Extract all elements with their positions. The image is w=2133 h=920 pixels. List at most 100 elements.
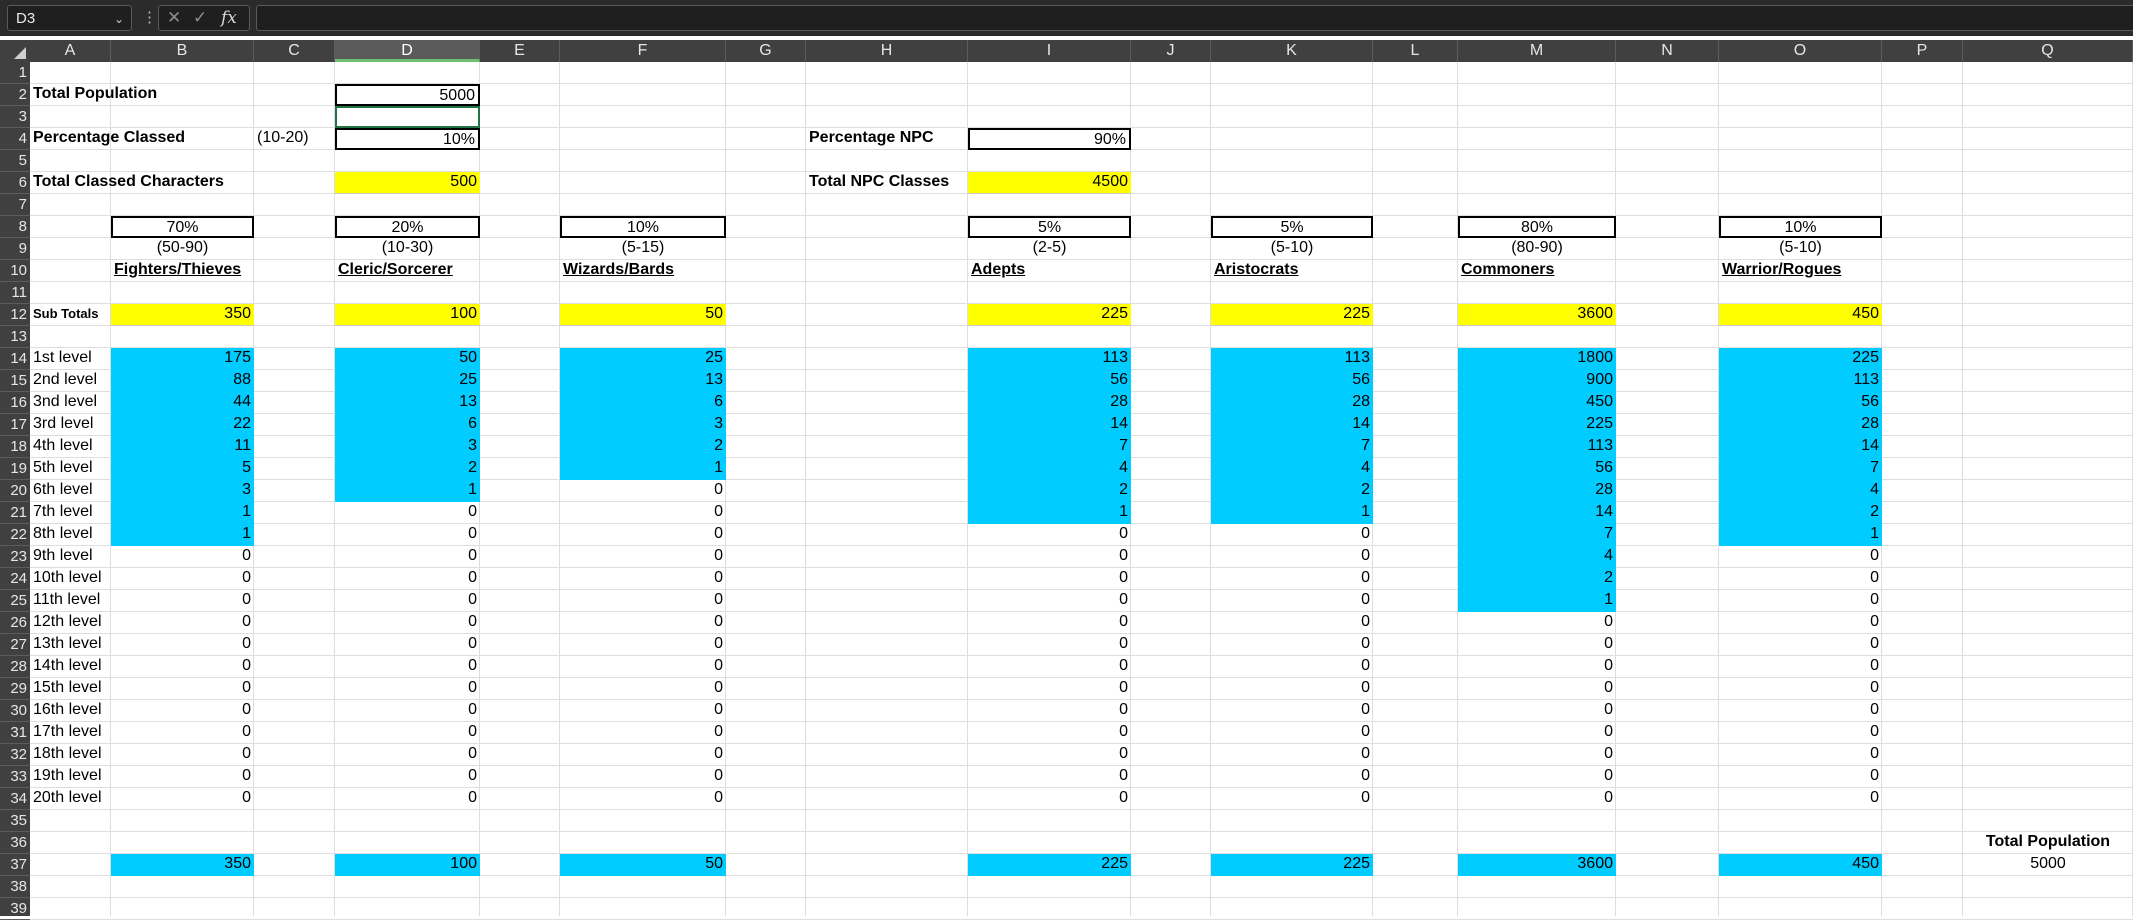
level-count[interactable]: 0 xyxy=(560,502,726,524)
level-count[interactable]: 6 xyxy=(335,414,480,436)
row-header-34[interactable]: 34 xyxy=(0,788,30,810)
column-header-g[interactable]: G xyxy=(726,40,806,62)
class-total[interactable]: 100 xyxy=(335,854,480,876)
level-count[interactable]: 2 xyxy=(1719,502,1882,524)
row-header-2[interactable]: 2 xyxy=(0,84,30,106)
level-label[interactable]: 7th level xyxy=(30,502,111,524)
sub-totals-label[interactable]: Sub Totals xyxy=(30,304,111,326)
level-count[interactable]: 0 xyxy=(1211,700,1373,722)
select-all-button[interactable] xyxy=(0,40,30,62)
level-count[interactable]: 0 xyxy=(1458,678,1616,700)
level-count[interactable]: 0 xyxy=(560,656,726,678)
level-count[interactable]: 450 xyxy=(1458,392,1616,414)
level-label[interactable]: 17th level xyxy=(30,722,111,744)
level-label[interactable]: 13th level xyxy=(30,634,111,656)
level-count[interactable]: 0 xyxy=(335,634,480,656)
level-count[interactable]: 1 xyxy=(1458,590,1616,612)
level-count[interactable]: 0 xyxy=(335,502,480,524)
class-total[interactable]: 350 xyxy=(111,854,254,876)
row-header-5[interactable]: 5 xyxy=(0,150,30,172)
total-population-label[interactable]: Total Population xyxy=(30,84,335,106)
level-count[interactable]: 1 xyxy=(968,502,1131,524)
column-header-i[interactable]: I xyxy=(968,40,1131,62)
class-total[interactable]: 225 xyxy=(968,854,1131,876)
level-count[interactable]: 2 xyxy=(335,458,480,480)
level-count[interactable]: 1 xyxy=(1719,524,1882,546)
level-count[interactable]: 25 xyxy=(335,370,480,392)
grand-total-value[interactable]: 5000 xyxy=(1963,854,2133,876)
level-count[interactable]: 0 xyxy=(335,678,480,700)
grand-total-label[interactable]: Total Population xyxy=(1963,832,2133,854)
row-header-26[interactable]: 26 xyxy=(0,612,30,634)
level-count[interactable]: 56 xyxy=(1719,392,1882,414)
column-header-p[interactable]: P xyxy=(1882,40,1963,62)
level-count[interactable]: 0 xyxy=(560,634,726,656)
level-count[interactable]: 0 xyxy=(968,546,1131,568)
level-count[interactable]: 3 xyxy=(111,480,254,502)
level-count[interactable]: 0 xyxy=(335,656,480,678)
level-count[interactable]: 0 xyxy=(1211,634,1373,656)
level-count[interactable]: 0 xyxy=(968,612,1131,634)
level-count[interactable]: 3 xyxy=(335,436,480,458)
level-count[interactable]: 0 xyxy=(1211,744,1373,766)
total-npc-label[interactable]: Total NPC Classes xyxy=(806,172,968,194)
level-count[interactable]: 88 xyxy=(111,370,254,392)
column-header-e[interactable]: E xyxy=(480,40,560,62)
level-count[interactable]: 0 xyxy=(335,744,480,766)
level-label[interactable]: 3nd level xyxy=(30,392,111,414)
total-npc-value[interactable]: 4500 xyxy=(968,172,1131,194)
level-count[interactable]: 0 xyxy=(968,634,1131,656)
class-subtotal[interactable]: 50 xyxy=(560,304,726,326)
level-count[interactable]: 0 xyxy=(1211,568,1373,590)
level-count[interactable]: 0 xyxy=(1211,766,1373,788)
level-count[interactable]: 7 xyxy=(1719,458,1882,480)
level-count[interactable]: 113 xyxy=(968,348,1131,370)
level-label[interactable]: 9th level xyxy=(30,546,111,568)
class-percent-input[interactable]: 80% xyxy=(1458,216,1616,238)
level-count[interactable]: 0 xyxy=(111,722,254,744)
row-header-37[interactable]: 37 xyxy=(0,854,30,876)
row-header-3[interactable]: 3 xyxy=(0,106,30,128)
level-label[interactable]: 14th level xyxy=(30,656,111,678)
level-count[interactable]: 7 xyxy=(968,436,1131,458)
level-count[interactable]: 0 xyxy=(1719,788,1882,810)
level-count[interactable]: 0 xyxy=(968,766,1131,788)
row-header-17[interactable]: 17 xyxy=(0,414,30,436)
percentage-npc-input[interactable]: 90% xyxy=(968,128,1131,150)
level-count[interactable]: 0 xyxy=(335,612,480,634)
column-header-q[interactable]: Q xyxy=(1963,40,2133,62)
level-count[interactable]: 14 xyxy=(968,414,1131,436)
level-count[interactable]: 14 xyxy=(1719,436,1882,458)
column-header-f[interactable]: F xyxy=(560,40,726,62)
level-count[interactable]: 0 xyxy=(1211,524,1373,546)
column-header-n[interactable]: N xyxy=(1616,40,1719,62)
row-header-25[interactable]: 25 xyxy=(0,590,30,612)
row-header-8[interactable]: 8 xyxy=(0,216,30,238)
level-count[interactable]: 0 xyxy=(560,546,726,568)
row-header-19[interactable]: 19 xyxy=(0,458,30,480)
row-header-7[interactable]: 7 xyxy=(0,194,30,216)
level-label[interactable]: 20th level xyxy=(30,788,111,810)
level-count[interactable]: 50 xyxy=(335,348,480,370)
level-count[interactable]: 0 xyxy=(111,568,254,590)
row-header-16[interactable]: 16 xyxy=(0,392,30,414)
row-header-6[interactable]: 6 xyxy=(0,172,30,194)
level-count[interactable]: 0 xyxy=(968,744,1131,766)
level-count[interactable]: 0 xyxy=(335,722,480,744)
level-label[interactable]: 19th level xyxy=(30,766,111,788)
row-header-36[interactable]: 36 xyxy=(0,832,30,854)
row-header-24[interactable]: 24 xyxy=(0,568,30,590)
level-count[interactable]: 2 xyxy=(1211,480,1373,502)
class-range[interactable]: (10-30) xyxy=(335,238,480,260)
level-count[interactable]: 5 xyxy=(111,458,254,480)
level-count[interactable]: 0 xyxy=(1211,788,1373,810)
level-count[interactable]: 0 xyxy=(560,700,726,722)
row-header-4[interactable]: 4 xyxy=(0,128,30,150)
level-count[interactable]: 4 xyxy=(1211,458,1373,480)
level-count[interactable]: 4 xyxy=(968,458,1131,480)
level-label[interactable]: 6th level xyxy=(30,480,111,502)
level-count[interactable]: 0 xyxy=(1719,744,1882,766)
level-count[interactable]: 0 xyxy=(111,788,254,810)
level-count[interactable]: 0 xyxy=(111,766,254,788)
class-range[interactable]: (5-15) xyxy=(560,238,726,260)
